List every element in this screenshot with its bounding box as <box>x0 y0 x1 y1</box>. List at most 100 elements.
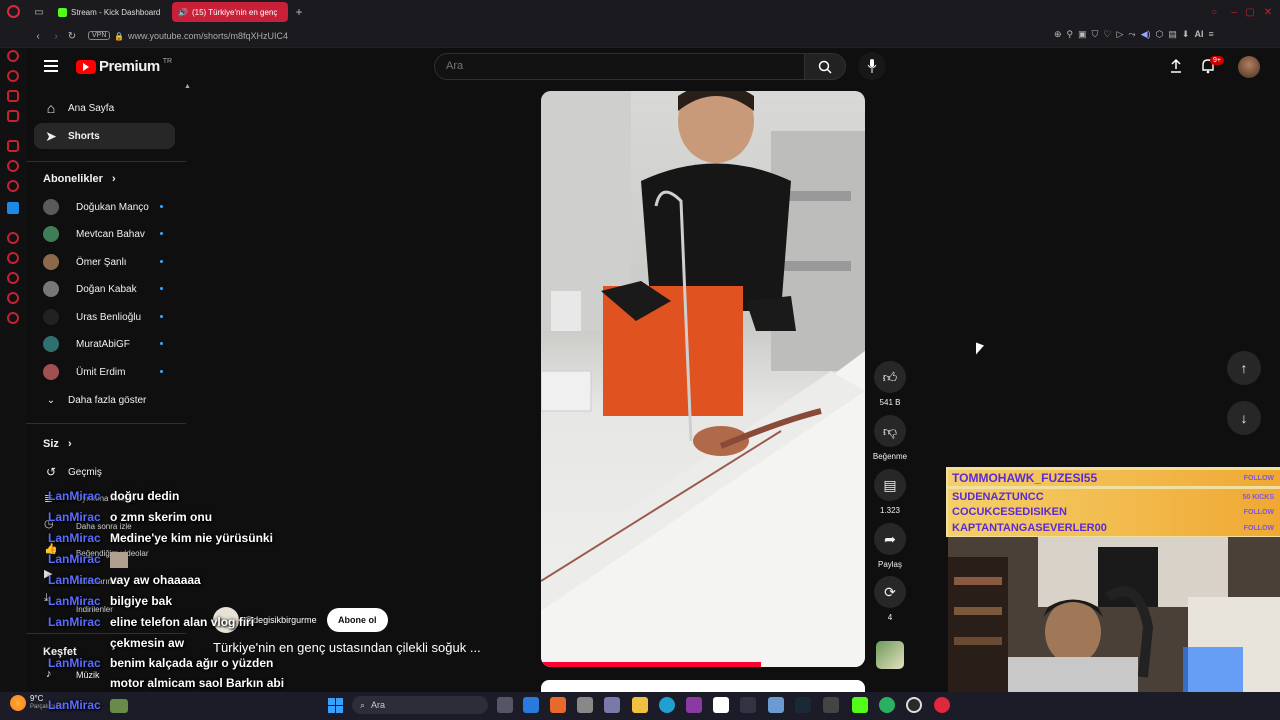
kick-studio-icon[interactable] <box>852 697 868 713</box>
heart-icon[interactable]: ♡ <box>1103 29 1111 40</box>
start-button[interactable] <box>328 698 343 713</box>
aria-icon[interactable]: AI <box>1194 29 1203 40</box>
close-window-button[interactable]: ✕ <box>1262 6 1274 18</box>
show-more-button[interactable]: ⌄ Daha fazla göster <box>34 387 175 413</box>
edge-icon[interactable] <box>659 697 675 713</box>
you-header[interactable]: Siz › <box>43 438 72 450</box>
screenshot-icon[interactable]: ▤ <box>1168 29 1177 40</box>
taskbar-app-icon[interactable] <box>550 697 566 713</box>
task-view-icon[interactable] <box>497 697 513 713</box>
shield-icon[interactable]: ⛉ <box>1092 29 1099 40</box>
sidebar-app-icon[interactable] <box>7 292 19 304</box>
sidebar-app-icon[interactable] <box>7 232 19 244</box>
tab-youtube-active[interactable]: 🔊 (15) Türkiye'nin en genç <box>172 2 288 22</box>
subscription-item[interactable]: MuratAbiGF <box>34 332 194 356</box>
sidebar-app-icon[interactable] <box>7 140 19 152</box>
subscription-item[interactable]: Ömer Şanlı <box>34 250 194 274</box>
remix-count: 4 <box>887 613 893 622</box>
sidebar-app-icon[interactable] <box>7 312 19 324</box>
taskbar-app-icon[interactable] <box>686 697 702 713</box>
subscription-item[interactable]: Doğan Kabak <box>34 277 194 301</box>
channel-avatar <box>43 226 59 242</box>
sidebar-app-icon[interactable] <box>7 180 19 192</box>
tab-kick-dashboard[interactable]: Stream - Kick Dashboard <box>52 2 168 22</box>
hamburger-menu-icon[interactable] <box>44 60 58 72</box>
search-button[interactable] <box>804 53 846 80</box>
subscription-item[interactable]: Mevtcan Bahav <box>34 222 194 246</box>
scroll-up-arrow-icon[interactable]: ▲ <box>184 83 191 90</box>
youtube-logo[interactable]: Premium TR <box>76 58 172 75</box>
sidebar-item-shorts[interactable]: ➤ Shorts <box>34 123 175 149</box>
volume-icon[interactable]: ◀) <box>1141 29 1151 40</box>
video-title[interactable]: Türkiye'nin en genç ustasından çilekli s… <box>213 640 481 655</box>
minimize-button[interactable]: – <box>1228 6 1240 18</box>
download-icon[interactable]: ⬇ <box>1182 29 1190 40</box>
home-icon: ⌂ <box>46 100 56 116</box>
sidebar-app-icon[interactable] <box>7 160 19 172</box>
subscribe-button[interactable]: Abone ol <box>327 608 388 632</box>
avatar[interactable] <box>1238 56 1260 78</box>
tab-overview-icon[interactable]: ▭ <box>32 6 46 18</box>
weather-icon <box>10 695 26 711</box>
search-input[interactable] <box>446 58 786 74</box>
dislike-button[interactable]: 👎︎ Beğenme <box>873 415 907 461</box>
taskbar-app-icon[interactable] <box>604 697 620 713</box>
chat-emote <box>110 698 128 713</box>
extensions-icon[interactable]: ⬡ <box>1156 29 1164 40</box>
sidebar-app-icon[interactable] <box>7 252 19 264</box>
sidebar-app-icon[interactable] <box>7 202 19 214</box>
sidebar-app-icon[interactable] <box>7 272 19 284</box>
taskbar-app-icon[interactable] <box>823 697 839 713</box>
taskbar-app-icon[interactable] <box>740 697 756 713</box>
comments-button[interactable]: ▤ 1.323 <box>874 469 906 515</box>
vpn-badge[interactable]: VPN <box>88 31 111 40</box>
pin-icon[interactable]: ⚲ <box>1067 29 1074 40</box>
sidebar-app-icon[interactable] <box>7 90 19 102</box>
share-button[interactable]: ➦ Paylaş <box>874 523 906 569</box>
new-content-dot <box>160 260 163 263</box>
taskbar-app-icon[interactable] <box>879 697 895 713</box>
opera-logo-icon[interactable] <box>7 5 20 18</box>
subscription-item[interactable]: Doğukan Manço <box>34 195 194 219</box>
file-explorer-icon[interactable] <box>632 697 648 713</box>
subscriptions-header[interactable]: Abonelikler › <box>43 173 116 185</box>
previous-short-button[interactable]: ↑ <box>1227 351 1261 385</box>
sidebar-app-icon[interactable] <box>7 70 19 82</box>
sidebar-item-history[interactable]: ↺ Geçmiş <box>34 459 175 485</box>
snapshot-icon[interactable]: ▣ <box>1078 29 1087 40</box>
taskbar-app-icon[interactable] <box>713 697 729 713</box>
search-tabs-icon[interactable]: ○ <box>1208 6 1220 18</box>
obs-icon[interactable] <box>906 697 922 713</box>
opera-taskbar-icon[interactable] <box>934 697 950 713</box>
taskbar-app-icon[interactable] <box>577 697 593 713</box>
sidebar-app-icon[interactable] <box>7 110 19 122</box>
flow-icon[interactable]: ⤳ <box>1128 29 1135 40</box>
taskbar-app-icon[interactable] <box>768 697 784 713</box>
sidebar-divider <box>26 161 186 162</box>
sidebar-app-icon[interactable] <box>7 50 19 62</box>
create-upload-button[interactable] <box>1168 58 1184 74</box>
new-tab-button[interactable]: + <box>292 4 306 20</box>
next-short-preview[interactable] <box>541 680 865 692</box>
url-input[interactable] <box>128 29 528 43</box>
back-icon[interactable]: ‹ <box>32 30 44 42</box>
voice-search-button[interactable] <box>858 52 886 80</box>
forward-icon[interactable]: › <box>50 30 62 42</box>
maximize-button[interactable]: ▢ <box>1244 6 1256 18</box>
subscription-item[interactable]: Uras Benlioğlu <box>34 305 194 329</box>
sidebar-item-home[interactable]: ⌂ Ana Sayfa <box>34 95 175 121</box>
steam-icon[interactable] <box>795 697 811 713</box>
taskbar-app-icon[interactable] <box>523 697 539 713</box>
remix-button[interactable]: ⟳ 4 <box>874 576 906 622</box>
reload-icon[interactable]: ↻ <box>66 30 78 42</box>
menu-icon[interactable]: ≡ <box>1208 29 1213 40</box>
channel-handle[interactable]: @degisikbirgurme <box>244 615 317 625</box>
subscription-item[interactable]: Ümit Erdim <box>34 360 194 384</box>
sound-thumbnail[interactable] <box>876 641 904 669</box>
next-short-button[interactable]: ↓ <box>1227 401 1261 435</box>
zoom-icon[interactable]: ⊕ <box>1054 29 1062 40</box>
like-button[interactable]: 👍︎ 541 B <box>874 361 906 407</box>
taskbar-search[interactable]: ⌕ Ara <box>352 696 488 714</box>
player-icon[interactable]: ▷ <box>1117 29 1124 40</box>
shorts-video-player[interactable] <box>541 91 865 667</box>
